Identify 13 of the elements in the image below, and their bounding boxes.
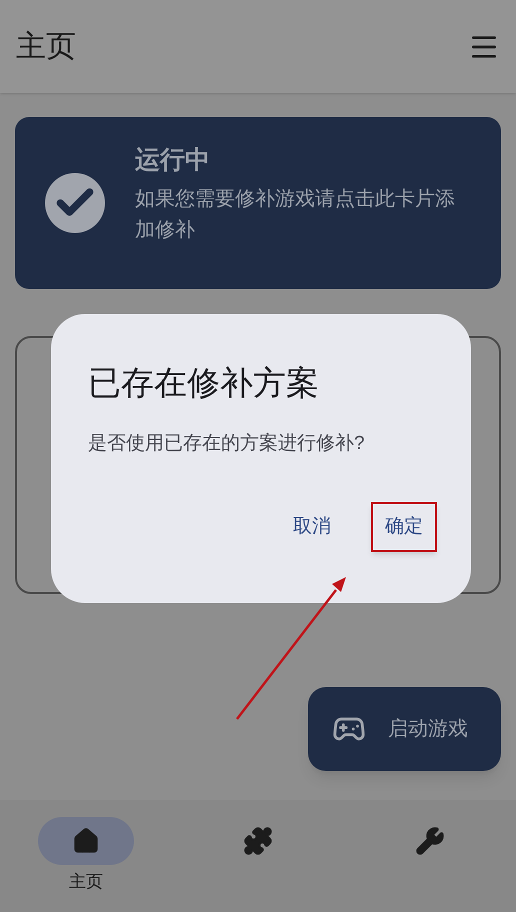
- home-icon: [72, 827, 100, 855]
- nav-item[interactable]: 主页: [0, 817, 172, 894]
- status-card[interactable]: 运行中 如果您需要修补游戏请点击此卡片添加修补: [15, 117, 501, 289]
- puzzle-icon: [243, 826, 273, 856]
- dialog-title: 已存在修补方案: [88, 363, 320, 403]
- wrench-icon: [415, 826, 445, 856]
- dialog-button[interactable]: 取消: [279, 502, 345, 552]
- status-message: 如果您需要修补游戏请点击此卡片添加修补: [135, 186, 456, 243]
- status-title: 运行中: [135, 145, 211, 176]
- launch-game-button[interactable]: 启动游戏: [308, 687, 501, 771]
- dialog-button[interactable]: 确定: [371, 502, 437, 552]
- page-title: 主页: [16, 29, 76, 65]
- dialog-message: 是否使用已存在的方案进行修补?: [88, 432, 366, 456]
